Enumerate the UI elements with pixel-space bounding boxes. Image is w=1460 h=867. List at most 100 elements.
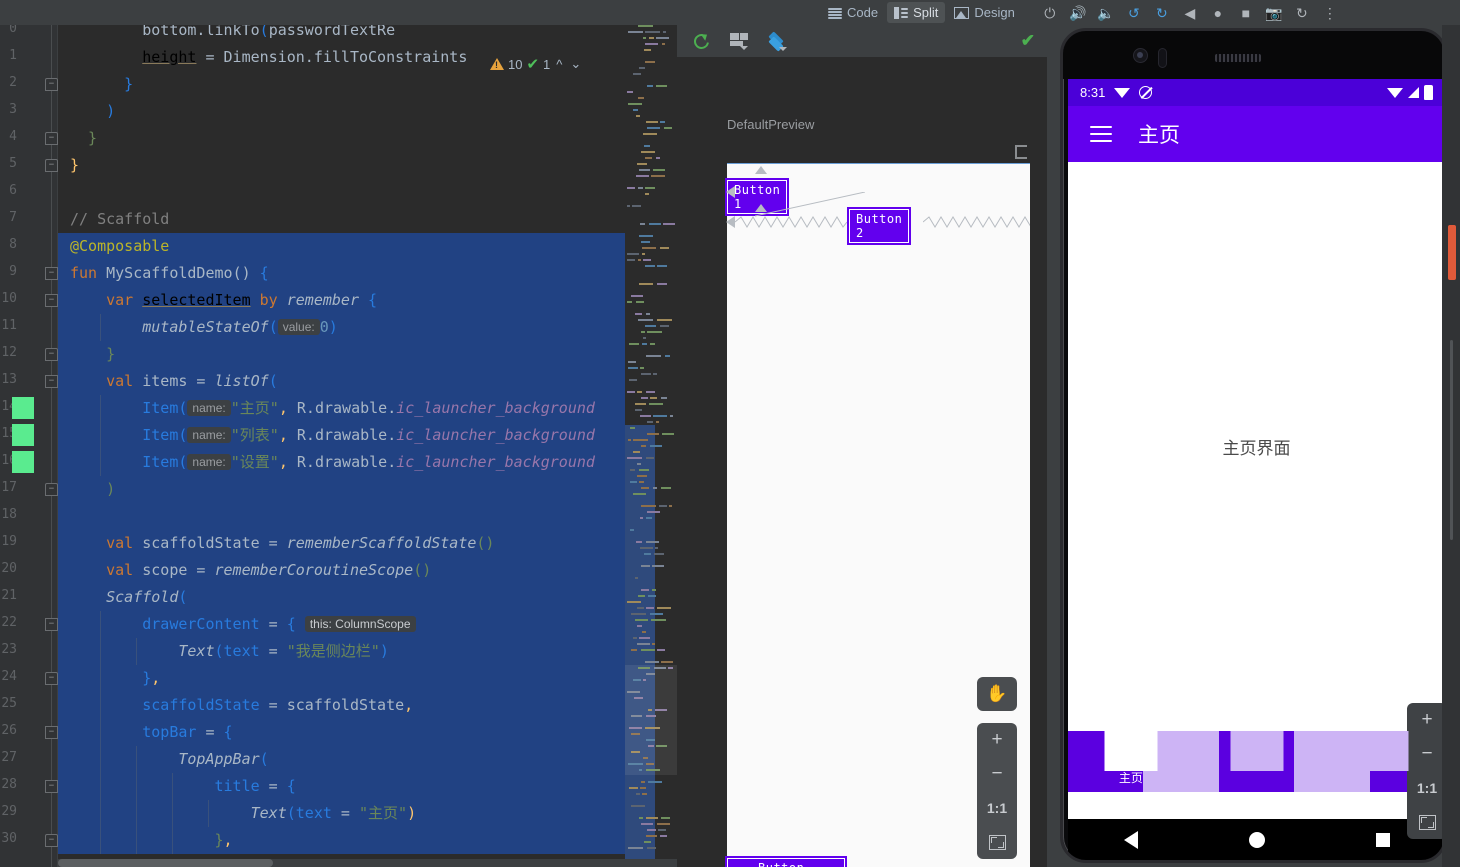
preview-zoom-to-fit-button[interactable]: [977, 825, 1017, 859]
code-line[interactable]: Item(name: "主页", R.drawable.ic_launcher_b…: [58, 395, 625, 422]
emulator-panel[interactable]: 8:31 主页 主页界面 主页 + − 1:1: [1047, 25, 1460, 867]
phone-screen[interactable]: 8:31 主页 主页界面 主页: [1068, 79, 1444, 819]
fold-collapse-marker[interactable]: −: [45, 294, 58, 307]
code-text-area[interactable]: bottom.linkTo(passwordTextRe height = Di…: [58, 25, 625, 867]
code-editor[interactable]: 0 1 2 3 4 5 6 7 8 9 10 11 12 13 14 15 16 17 18 19 20 21 22 23 24…: [0, 25, 677, 867]
code-line[interactable]: scaffoldState = scaffoldState,: [58, 692, 625, 719]
build-refresh-icon[interactable]: [727, 29, 751, 53]
preview-zoom-out-button[interactable]: −: [977, 757, 1017, 791]
emulator-zoom-to-fit-button[interactable]: [1407, 805, 1447, 839]
back-button-icon[interactable]: ◀: [1181, 4, 1199, 22]
chevron-down-icon[interactable]: ⌄: [568, 56, 583, 72]
vcs-added-line-marker[interactable]: [12, 424, 34, 446]
fold-end-marker[interactable]: −: [45, 159, 58, 172]
code-line[interactable]: }: [58, 125, 625, 152]
fold-end-marker[interactable]: −: [45, 132, 58, 145]
preview-canvas[interactable]: DefaultPreview Button 1 Button 2 ✋ + − 1…: [677, 57, 1047, 867]
rotate-right-icon[interactable]: ↻: [1153, 4, 1171, 22]
editor-mode-switcher[interactable]: Code Split Design: [820, 0, 1023, 25]
preview-pan-tool[interactable]: ✋: [977, 677, 1017, 711]
code-line[interactable]: TopAppBar(: [58, 746, 625, 773]
preview-actual-size-button[interactable]: 1:1: [977, 791, 1017, 825]
bottom-nav-item-3[interactable]: [1319, 731, 1444, 792]
code-line[interactable]: ): [58, 98, 625, 125]
pan-hand-icon[interactable]: ✋: [977, 677, 1017, 711]
code-line[interactable]: [58, 503, 625, 530]
minimap-viewport-thumb[interactable]: [625, 665, 677, 775]
compose-preview-panel[interactable]: ✔ DefaultPreview Button 1 Button 2 ✋ + −…: [677, 25, 1047, 867]
code-line[interactable]: Text(text = "主页"): [58, 800, 625, 827]
mode-button-split[interactable]: Split: [887, 2, 946, 23]
error-marker[interactable]: [1448, 225, 1456, 280]
fold-collapse-marker[interactable]: −: [45, 267, 58, 280]
fold-end-marker[interactable]: −: [45, 348, 58, 361]
code-line[interactable]: // Scaffold: [58, 206, 625, 233]
mode-button-code[interactable]: Code: [821, 2, 885, 23]
bottom-nav-item-2[interactable]: [1194, 731, 1320, 792]
fold-end-marker[interactable]: −: [45, 78, 58, 91]
screenshot-icon[interactable]: 📷: [1265, 4, 1283, 22]
right-marker-strip[interactable]: [1442, 25, 1460, 867]
code-line[interactable]: val scaffoldState = rememberScaffoldStat…: [58, 530, 625, 557]
code-line[interactable]: },: [58, 665, 625, 692]
volume-up-icon[interactable]: 🔊: [1069, 4, 1087, 22]
code-line[interactable]: [58, 179, 625, 206]
code-line[interactable]: }: [58, 341, 625, 368]
fold-end-marker[interactable]: −: [45, 483, 58, 496]
code-line[interactable]: bottom.linkTo(passwordTextRe: [58, 25, 625, 44]
inspection-widget[interactable]: 10 ✔ 1 ^ ⌄: [490, 55, 583, 73]
code-line[interactable]: title = {: [58, 773, 625, 800]
fold-collapse-marker[interactable]: −: [45, 618, 58, 631]
mode-button-design[interactable]: Design: [947, 2, 1021, 23]
preview-zoom-in-button[interactable]: +: [977, 723, 1017, 757]
hamburger-menu-icon[interactable]: [1090, 126, 1112, 142]
code-line[interactable]: Item(name: "列表", R.drawable.ic_launcher_b…: [58, 422, 625, 449]
fold-collapse-marker[interactable]: −: [45, 375, 58, 388]
bottom-nav-item-1[interactable]: 主页: [1068, 731, 1194, 792]
fold-end-marker[interactable]: −: [45, 672, 58, 685]
code-line[interactable]: Item(name: "设置", R.drawable.ic_launcher_b…: [58, 449, 625, 476]
emulator-toolbar[interactable]: ⏻ 🔊 🔈 ↺ ↻ ◀ ● ■ 📷 ↻ ⋮: [1022, 0, 1339, 25]
rotate-left-icon[interactable]: ↺: [1125, 4, 1143, 22]
code-line[interactable]: }: [58, 152, 625, 179]
code-line[interactable]: val scope = rememberCoroutineScope(): [58, 557, 625, 584]
code-line[interactable]: Text(text = "我是侧边栏"): [58, 638, 625, 665]
vcs-added-line-marker[interactable]: [12, 397, 34, 419]
right-scrollbar-thumb[interactable]: [1450, 340, 1453, 540]
code-line[interactable]: Scaffold(: [58, 584, 625, 611]
code-line[interactable]: val items = listOf(: [58, 368, 625, 395]
nav-back-button[interactable]: [1123, 831, 1138, 849]
rotate-history-icon[interactable]: ↻: [1293, 4, 1311, 22]
code-line[interactable]: topBar = {: [58, 719, 625, 746]
chevron-up-icon[interactable]: ^: [554, 57, 564, 72]
fold-collapse-marker[interactable]: −: [45, 726, 58, 739]
volume-down-icon[interactable]: 🔈: [1097, 4, 1115, 22]
code-line[interactable]: var selectedItem by remember {: [58, 287, 625, 314]
editor-gutter[interactable]: 0 1 2 3 4 5 6 7 8 9 10 11 12 13 14 15 16 17 18 19 20 21 22 23 24…: [0, 25, 58, 867]
power-icon[interactable]: ⏻: [1041, 4, 1059, 22]
code-line[interactable]: drawerContent = { this: ColumnScope: [58, 611, 625, 638]
android-system-nav-bar[interactable]: [1068, 819, 1444, 860]
preview-toolbar[interactable]: ✔: [677, 25, 1047, 57]
home-button-icon[interactable]: ●: [1209, 4, 1227, 22]
layers-icon[interactable]: [765, 29, 789, 53]
code-line[interactable]: }: [58, 71, 625, 98]
nav-home-button[interactable]: [1248, 832, 1265, 848]
preview-button-3[interactable]: Button 3: [724, 856, 848, 867]
refresh-icon[interactable]: [689, 29, 713, 53]
fold-collapse-marker[interactable]: −: [45, 780, 58, 793]
code-minimap[interactable]: [625, 25, 677, 867]
overview-button-icon[interactable]: ■: [1237, 4, 1255, 22]
editor-horizontal-scrollbar[interactable]: [58, 859, 677, 867]
code-line[interactable]: mutableStateOf(value: 0): [58, 314, 625, 341]
app-bottom-navigation[interactable]: 主页: [1068, 731, 1444, 792]
vcs-added-line-marker[interactable]: [12, 451, 34, 473]
more-options-icon[interactable]: ⋮: [1321, 4, 1339, 22]
code-line[interactable]: @Composable: [58, 233, 625, 260]
code-line[interactable]: },: [58, 827, 625, 854]
code-line[interactable]: fun MyScaffoldDemo() {: [58, 260, 625, 287]
code-line[interactable]: ): [58, 476, 625, 503]
fold-end-marker[interactable]: −: [45, 834, 58, 847]
preview-zoom-controls[interactable]: + − 1:1: [977, 723, 1017, 859]
nav-recents-button[interactable]: [1375, 833, 1390, 847]
